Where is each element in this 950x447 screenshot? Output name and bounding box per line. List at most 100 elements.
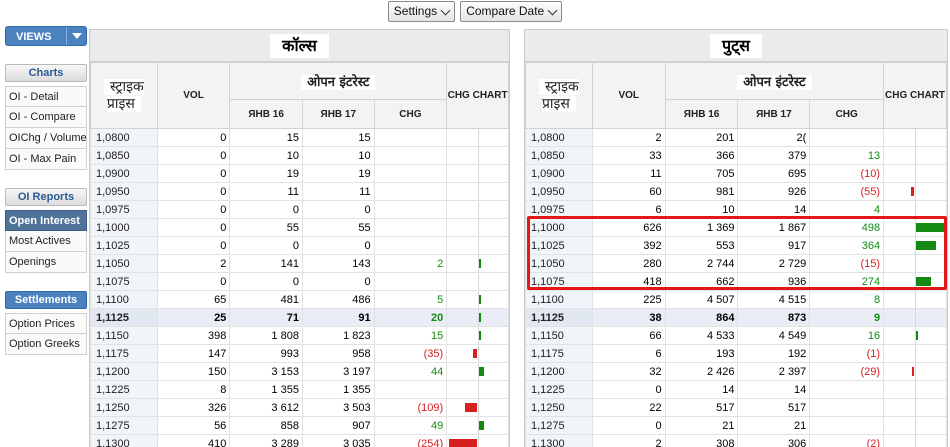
- table-row: 1,1050 2 141 143 2: [90, 254, 509, 273]
- month1-oi-cell: 193: [664, 344, 739, 363]
- chart-axis-line: [915, 201, 917, 218]
- sidebar-item-oichg-volume[interactable]: OIChg / Volume: [5, 128, 87, 149]
- chg-bar: [912, 367, 915, 376]
- chg-chart-cell: [446, 146, 509, 165]
- chart-axis-line: [915, 309, 917, 326]
- sidebar-item-open-interest[interactable]: Open Interest: [5, 210, 87, 231]
- strike-cell: 1,1275: [525, 416, 593, 435]
- chart-axis-line: [915, 291, 917, 308]
- strike-cell: 1,1000: [525, 218, 593, 237]
- calls-title: कॉल्स: [90, 30, 509, 62]
- month1-oi-cell: 2 744: [664, 254, 739, 273]
- chart-axis-line: [915, 435, 917, 447]
- strike-cell: 1,0975: [90, 200, 158, 219]
- chart-axis-line: [915, 399, 917, 416]
- vol-cell: 6: [591, 344, 666, 363]
- strike-header: स्ट्राइक प्राइस: [90, 62, 158, 129]
- chg-chart-cell: [883, 218, 947, 237]
- table-row: 1,1300 2 308 306 (2): [525, 434, 947, 447]
- month1-oi-cell: 858: [229, 416, 303, 435]
- month1-oi-cell: 3 289: [229, 434, 303, 447]
- month2-oi-cell: 907: [301, 416, 375, 435]
- month1-oi-cell: 517: [664, 398, 739, 417]
- sidebar-item-oi-compare[interactable]: OI - Compare: [5, 107, 87, 128]
- chg-cell: [809, 416, 885, 435]
- settings-dropdown[interactable]: Settings: [387, 1, 456, 22]
- chg-cell: [373, 200, 448, 219]
- strike-cell: 1,1075: [525, 272, 593, 291]
- vol-cell: 326: [156, 398, 231, 417]
- open-interest-header: ओपन इंटरेस्ट: [664, 62, 885, 100]
- puts-title-text: पुट्स: [710, 34, 762, 58]
- month1-oi-cell: 1 355: [229, 380, 303, 399]
- vol-header: VOL: [591, 62, 666, 129]
- calls-table: स्ट्राइक प्राइस VOL ओपन इंटरेस्ट CHG CHA…: [90, 62, 509, 447]
- chg-chart-cell: [883, 182, 947, 201]
- chg-cell: (2): [809, 434, 885, 447]
- chart-axis-line: [915, 129, 917, 146]
- strike-cell: 1,1200: [525, 362, 593, 381]
- chg-cell: 44: [373, 362, 448, 381]
- sidebar-item-openings[interactable]: Openings: [5, 252, 87, 273]
- strike-cell: 1,1300: [90, 434, 158, 447]
- month1-oi-cell: 3 612: [229, 398, 303, 417]
- month2-oi-cell: 2(: [737, 128, 811, 147]
- table-row: 1,1250 22 517 517: [525, 398, 947, 417]
- sidebar-item-most-actives[interactable]: Most Actives: [5, 231, 87, 252]
- month1-oi-cell: 10: [664, 200, 739, 219]
- month2-oi-cell: 10: [301, 146, 375, 165]
- sidebar-item-option-prices[interactable]: Option Prices: [5, 313, 87, 334]
- strike-cell: 1,0800: [525, 128, 593, 147]
- month1-oi-cell: 0: [229, 200, 303, 219]
- chg-bar: [478, 313, 481, 322]
- sidebar-item-option-greeks[interactable]: Option Greeks: [5, 334, 87, 355]
- chg-cell: 15: [373, 326, 448, 345]
- chg-cell: 498: [809, 218, 885, 237]
- month1-oi-cell: 2 426: [664, 362, 739, 381]
- strike-cell: 1,0900: [525, 164, 593, 183]
- sidebar-item-oi-detail[interactable]: OI - Detail: [5, 86, 87, 107]
- month2-oi-cell: 517: [737, 398, 811, 417]
- month1-oi-cell: 662: [664, 272, 739, 291]
- chg-chart-cell: [883, 254, 947, 273]
- strike-cell: 1,0850: [525, 146, 593, 165]
- chg-bar: [478, 259, 481, 268]
- puts-rows: 1,0800 2 201 2(1,0850 33 366 379 13 1,0900 11 705 6…: [525, 128, 947, 447]
- vol-cell: 8: [156, 380, 231, 399]
- table-row: 1,1025 0 0 0: [90, 236, 509, 255]
- sidebar-item-oi-max-pain[interactable]: OI - Max Pain: [5, 149, 87, 170]
- chg-cell: [809, 398, 885, 417]
- chg-chart-cell: [883, 398, 947, 417]
- chg-cell: 49: [373, 416, 448, 435]
- chart-axis-line: [477, 237, 479, 254]
- vol-cell: 626: [591, 218, 666, 237]
- views-button[interactable]: VIEWS: [5, 26, 87, 46]
- month1-oi-cell: 4 533: [664, 326, 739, 345]
- chg-chart-cell: [883, 362, 947, 381]
- chg-cell: [809, 380, 885, 399]
- month1-oi-cell: 1 369: [664, 218, 739, 237]
- puts-table: स्ट्राइक प्राइस VOL ओपन इंटरेस्ट CHG CHA…: [525, 62, 947, 447]
- month1-oi-cell: 366: [664, 146, 739, 165]
- compare-date-dropdown[interactable]: Compare Date: [460, 1, 563, 22]
- vol-cell: 0: [591, 380, 666, 399]
- chg-bar: [478, 367, 484, 376]
- chg-cell: (15): [809, 254, 885, 273]
- month1-oi-cell: 0: [229, 272, 303, 291]
- chg-bar: [478, 295, 481, 304]
- month2-oi-cell: 0: [301, 272, 375, 291]
- vol-cell: 0: [156, 146, 231, 165]
- vol-cell: 25: [156, 308, 231, 327]
- vol-cell: 0: [156, 182, 231, 201]
- chg-chart-cell: [446, 308, 509, 327]
- chg-cell: (29): [809, 362, 885, 381]
- vol-cell: 2: [591, 128, 666, 147]
- chart-axis-line: [477, 435, 479, 447]
- chart-axis-line: [477, 165, 479, 182]
- table-row: 1,1175 147 993 958 (35): [90, 344, 509, 363]
- chart-axis-line: [477, 399, 479, 416]
- month2-oi-cell: 14: [737, 200, 811, 219]
- dropdown-arrow-icon[interactable]: [66, 27, 86, 45]
- vol-cell: 225: [591, 290, 666, 309]
- chg-bar: [478, 421, 484, 430]
